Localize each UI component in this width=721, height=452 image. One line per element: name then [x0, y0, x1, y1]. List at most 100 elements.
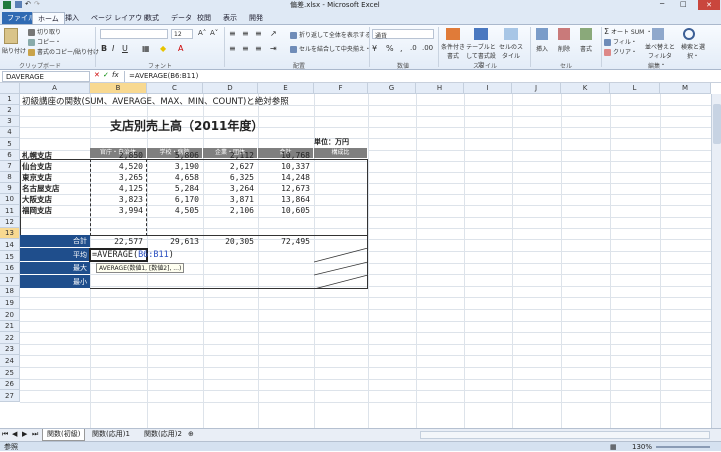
close-icon[interactable]: ✕: [698, 0, 720, 10]
align-middle-icon[interactable]: ≡: [242, 29, 249, 38]
row-header-14[interactable]: 14: [0, 239, 20, 251]
table-cell[interactable]: 2,106: [203, 205, 258, 216]
column-header-c[interactable]: C: [147, 83, 203, 94]
enter-icon[interactable]: ✓: [103, 71, 109, 79]
maximize-icon[interactable]: □: [680, 0, 687, 8]
tab-view[interactable]: 表示: [218, 12, 242, 24]
column-header-i[interactable]: I: [464, 83, 512, 94]
tab-insert[interactable]: 挿入: [60, 12, 84, 24]
formula-input[interactable]: =AVERAGE(B6:B11): [124, 71, 718, 82]
header-ratio[interactable]: 構成比: [314, 148, 368, 158]
delete-cells-button[interactable]: 削除: [558, 44, 570, 53]
select-all-corner[interactable]: [0, 83, 20, 94]
number-format-select[interactable]: 通貨: [372, 29, 434, 40]
max-label[interactable]: 最大: [20, 262, 90, 275]
insert-function-icon[interactable]: fx: [112, 71, 119, 79]
borders-icon[interactable]: ▦: [142, 44, 150, 53]
total-gov[interactable]: 22,577: [90, 236, 147, 247]
column-header-e[interactable]: E: [258, 83, 314, 94]
font-color-icon[interactable]: A: [178, 44, 183, 53]
table-cell[interactable]: 5,806: [147, 150, 203, 161]
bold-icon[interactable]: B: [101, 44, 107, 53]
column-header-h[interactable]: H: [416, 83, 464, 94]
find-select-button[interactable]: 検索と選択・: [678, 42, 708, 60]
currency-icon[interactable]: ¥: [372, 44, 377, 53]
italic-icon[interactable]: I: [112, 44, 114, 53]
row-header-17[interactable]: 17: [0, 274, 20, 286]
total-corp[interactable]: 20,305: [203, 236, 258, 247]
sheet-nav-next-icon[interactable]: ▶: [22, 430, 27, 438]
sheet-nav-last-icon[interactable]: ⏭: [32, 430, 38, 439]
row-header-13[interactable]: 13: [0, 228, 20, 239]
format-as-table-icon[interactable]: [474, 28, 488, 40]
row-header-9[interactable]: 9: [0, 183, 20, 194]
fill-button[interactable]: フィル・: [604, 37, 637, 46]
column-header-b[interactable]: B: [90, 83, 147, 94]
sheet-title[interactable]: 支店別売上高（2011年度）: [110, 119, 263, 133]
table-cell[interactable]: 12,673: [258, 183, 314, 194]
cell-styles-icon[interactable]: [504, 28, 518, 40]
minimize-icon[interactable]: ─: [660, 0, 664, 8]
column-header-a[interactable]: A: [20, 83, 90, 94]
tab-formulas[interactable]: 数式: [140, 12, 164, 24]
branch-name[interactable]: 福岡支店: [22, 205, 52, 216]
table-cell[interactable]: 3,871: [203, 194, 258, 205]
row-header-1[interactable]: 1: [0, 94, 20, 105]
wrap-text-button[interactable]: 折り返して全体を表示する: [290, 30, 371, 39]
table-cell[interactable]: 10,768: [258, 150, 314, 161]
cancel-icon[interactable]: ✕: [94, 71, 100, 79]
save-icon[interactable]: [15, 1, 22, 8]
average-label[interactable]: 平均: [20, 248, 90, 262]
table-cell[interactable]: 10,337: [258, 161, 314, 172]
table-cell[interactable]: 2,627: [203, 161, 258, 172]
font-name-select[interactable]: [100, 29, 168, 39]
row-header-18[interactable]: 18: [0, 286, 20, 297]
min-label[interactable]: 最小: [20, 275, 90, 289]
table-cell[interactable]: 10,605: [258, 205, 314, 216]
row-header-22[interactable]: 22: [0, 332, 20, 344]
sheet-tab-active[interactable]: 関数(初級): [42, 429, 86, 441]
sheet-tab-3[interactable]: 関数(応用)2: [140, 429, 186, 441]
comma-icon[interactable]: ,: [400, 44, 403, 53]
row-header-27[interactable]: 27: [0, 390, 20, 402]
column-header-m[interactable]: M: [660, 83, 711, 94]
tab-developer[interactable]: 開発: [244, 12, 268, 24]
conditional-format-icon[interactable]: [446, 28, 460, 40]
decrease-decimal-icon[interactable]: .00: [422, 44, 433, 52]
row-header-21[interactable]: 21: [0, 321, 20, 332]
align-right-icon[interactable]: ≡: [255, 44, 262, 53]
indent-icon[interactable]: ⇥: [270, 44, 277, 53]
align-top-icon[interactable]: ≡: [229, 29, 236, 38]
row-header-2[interactable]: 2: [0, 105, 20, 116]
horizontal-scrollbar[interactable]: [420, 431, 710, 439]
row-header-16[interactable]: 16: [0, 263, 20, 274]
format-painter-button[interactable]: 書式のコピー/貼り付け: [28, 47, 99, 56]
total-total[interactable]: 72,495: [258, 236, 314, 247]
column-header-k[interactable]: K: [561, 83, 610, 94]
delete-cells-icon[interactable]: [558, 28, 570, 40]
branch-name[interactable]: 東京支店: [22, 172, 52, 183]
row-header-10[interactable]: 10: [0, 194, 20, 205]
branch-name[interactable]: 仙台支店: [22, 161, 52, 172]
branch-name[interactable]: 名古屋支店: [22, 183, 60, 194]
column-header-j[interactable]: J: [512, 83, 561, 94]
percent-icon[interactable]: %: [386, 44, 394, 53]
table-cell[interactable]: 2,112: [203, 150, 258, 161]
row-header-5[interactable]: 5: [0, 138, 20, 150]
cell-styles-button[interactable]: セルのスタイル: [498, 42, 524, 60]
table-cell[interactable]: 4,505: [147, 205, 203, 216]
row-header-19[interactable]: 19: [0, 297, 20, 309]
row-header-7[interactable]: 7: [0, 161, 20, 172]
table-cell[interactable]: 13,864: [258, 194, 314, 205]
autosum-button[interactable]: Σ オート SUM ・: [604, 27, 652, 36]
table-cell[interactable]: 3,190: [147, 161, 203, 172]
tab-review[interactable]: 校閲: [192, 12, 216, 24]
shrink-font-icon[interactable]: A˅: [210, 29, 218, 37]
table-cell[interactable]: 5,284: [147, 183, 203, 194]
align-center-icon[interactable]: ≡: [242, 44, 249, 53]
column-header-g[interactable]: G: [368, 83, 416, 94]
table-cell[interactable]: 4,658: [147, 172, 203, 183]
redo-icon[interactable]: ↷: [34, 0, 40, 8]
row-header-20[interactable]: 20: [0, 309, 20, 321]
row-header-12[interactable]: 12: [0, 217, 20, 228]
